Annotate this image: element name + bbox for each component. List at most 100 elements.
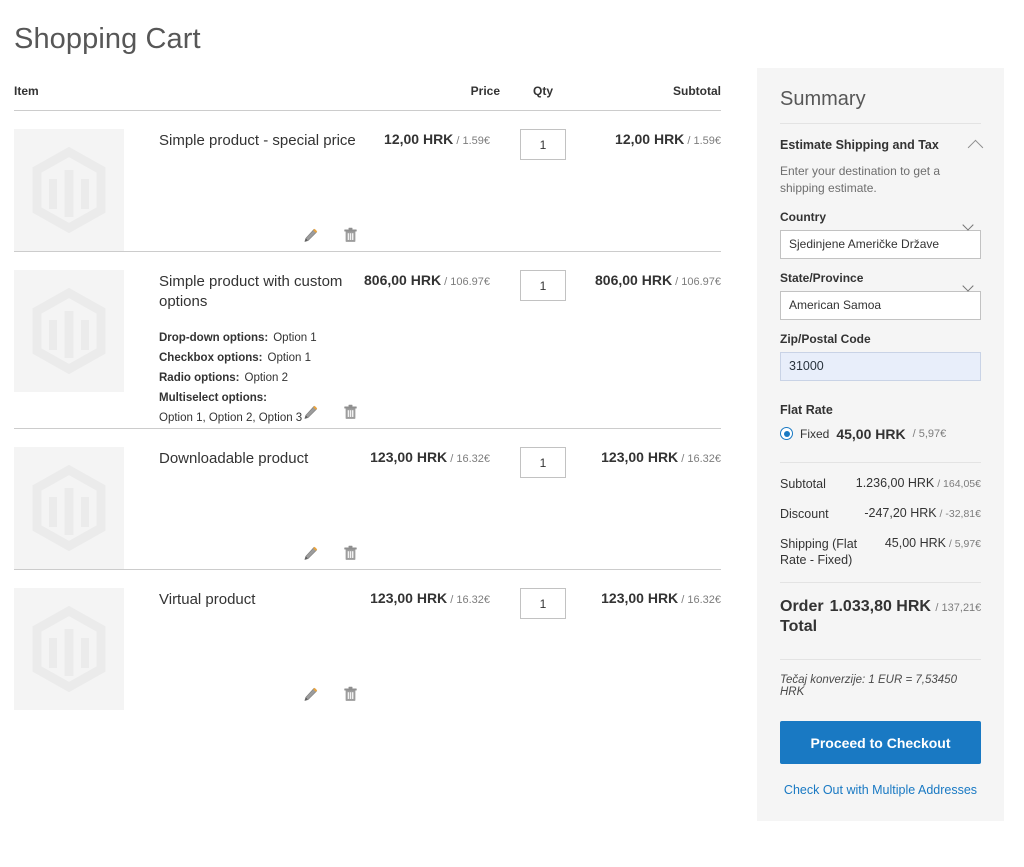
total-label: Subtotal <box>780 476 826 491</box>
proceed-to-checkout-button[interactable]: Proceed to Checkout <box>780 721 981 765</box>
grand-total-row: Order Total 1.033,80 HRK / 137,21€ <box>780 582 981 637</box>
item-price-alt: / 16.32€ <box>447 453 490 466</box>
estimate-shipping-note: Enter your destination to get a shipping… <box>780 164 941 196</box>
cart-item-qty-cell <box>500 570 586 711</box>
trash-icon[interactable] <box>340 402 360 422</box>
total-value-alt: / 164,05€ <box>934 477 981 490</box>
pencil-icon[interactable] <box>300 543 320 563</box>
total-row: Shipping (Flat Rate - Fixed) 45,00 HRK / … <box>780 536 981 570</box>
item-price-alt: / 16.32€ <box>447 594 490 607</box>
cart-item-subtotal-cell: 123,00 HRK / 16.32€ <box>586 428 721 571</box>
product-option-value: Option 1 <box>273 331 317 344</box>
magento-placeholder-icon <box>14 270 124 392</box>
cart-item-cell: Simple product - special price <box>14 110 360 252</box>
cart-item-cell: Simple product with custom options Drop-d… <box>14 251 360 430</box>
item-price-alt: / 106.97€ <box>441 276 490 288</box>
cart-item-subtotal-cell: 123,00 HRK / 16.32€ <box>586 570 721 711</box>
state-label: State/Province <box>780 270 864 285</box>
product-name[interactable]: Simple product - special price <box>159 131 360 151</box>
estimate-shipping-toggle[interactable]: Estimate Shipping and Tax <box>780 138 984 155</box>
cart-item-cell: Virtual product <box>14 570 360 711</box>
cart-item-qty-cell <box>500 428 586 571</box>
state-field-wrap: State/Province American Samoa <box>780 271 981 320</box>
cart-item-price-cell: 806,00 HRK / 106.97€ <box>360 251 500 430</box>
shipping-method-price-alt: / 5,97€ <box>912 427 947 440</box>
quantity-input[interactable] <box>520 588 566 620</box>
total-value-main: 1.236,00 HRK <box>855 475 935 490</box>
total-value-main: -247,20 HRK <box>864 505 937 520</box>
shipping-method-option[interactable]: Fixed 45,00 HRK / 5,97€ <box>780 426 981 462</box>
country-select[interactable]: Sjedinjene Američke Države <box>780 229 981 259</box>
total-value-alt: / -32,81€ <box>936 507 981 520</box>
total-value-alt: / 5,97€ <box>945 537 981 550</box>
column-header-item: Item <box>14 84 360 111</box>
country-field-wrap: Country Sjedinjene Američke Države <box>780 210 981 259</box>
order-summary-panel: Summary Estimate Shipping and Tax Enter … <box>757 68 1004 822</box>
page-title: Shopping Cart <box>14 23 201 56</box>
table-row: Downloadable product 123,00 HRK / 16.32€ 1… <box>14 428 721 571</box>
cart-item-price-cell: 12,00 HRK / 1.59€ <box>360 110 500 252</box>
grand-total-value: 1.033,80 HRK / 137,21€ <box>830 597 982 616</box>
cart-items-section: Item Price Qty Subtotal Simple product -… <box>14 84 721 711</box>
product-option-label: Radio options: <box>159 371 240 384</box>
product-name[interactable]: Virtual product <box>159 590 360 610</box>
total-value: 45,00 HRK / 5,97€ <box>885 536 981 550</box>
grand-total-main: 1.033,80 HRK <box>829 598 931 616</box>
grand-total-alt: / 137,21€ <box>935 602 982 615</box>
product-option-label: Checkbox options: <box>159 351 263 364</box>
cart-item-subtotal-cell: 12,00 HRK / 1.59€ <box>586 110 721 252</box>
quantity-input[interactable] <box>520 129 566 160</box>
item-subtotal-alt: / 106.97€ <box>672 276 721 288</box>
item-subtotal-alt: / 16.32€ <box>678 453 721 466</box>
trash-icon[interactable] <box>340 684 360 704</box>
product-option-label: Multiselect options: <box>159 391 267 404</box>
magento-placeholder-icon <box>14 447 124 570</box>
total-label: Shipping (Flat Rate - Fixed) <box>780 536 858 568</box>
product-option-row: Drop-down options: Option 1 <box>159 328 360 348</box>
cart-item-price-cell: 123,00 HRK / 16.32€ <box>360 570 500 711</box>
pencil-icon[interactable] <box>300 684 320 704</box>
total-label: Discount <box>780 506 829 521</box>
shipping-method-price: 45,00 HRK <box>836 425 906 442</box>
checkout-multiple-addresses-link[interactable]: Check Out with Multiple Addresses <box>780 783 981 797</box>
item-subtotal-main: 806,00 HRK <box>595 272 673 288</box>
pencil-icon[interactable] <box>300 225 320 245</box>
cart-item-qty-cell <box>500 251 586 430</box>
product-name[interactable]: Simple product with custom options <box>159 272 360 313</box>
cart-item-cell: Downloadable product <box>14 428 360 571</box>
grand-total-label: Order Total <box>780 598 824 636</box>
zip-field-wrap: Zip/Postal Code <box>780 332 981 381</box>
item-price-main: 123,00 HRK <box>370 590 448 607</box>
zip-input[interactable] <box>780 351 981 381</box>
trash-icon[interactable] <box>340 543 360 563</box>
country-label: Country <box>780 209 826 224</box>
product-option-label: Drop-down options: <box>159 331 269 344</box>
state-select[interactable]: American Samoa <box>780 290 981 320</box>
cart-table-head: Item Price Qty Subtotal <box>14 84 721 111</box>
conversion-rate-note: Tečaj konverzije: 1 EUR = 7,53450 HRK <box>780 659 981 698</box>
cart-items-table: Item Price Qty Subtotal Simple product -… <box>14 84 721 711</box>
cart-item-price-cell: 123,00 HRK / 16.32€ <box>360 428 500 571</box>
flat-rate-group-title: Flat Rate <box>780 402 833 417</box>
cart-item-qty-cell <box>500 110 586 252</box>
pencil-icon[interactable] <box>300 402 320 422</box>
order-totals-list: Subtotal 1.236,00 HRK / 164,05€ Discount -2… <box>780 461 981 570</box>
item-price-alt: / 1.59€ <box>453 135 490 147</box>
item-subtotal-alt: / 1.59€ <box>684 135 721 147</box>
shipping-method-radio[interactable] <box>780 427 793 441</box>
item-price-main: 12,00 HRK <box>384 131 454 147</box>
zip-label: Zip/Postal Code <box>780 331 871 346</box>
product-option-row: Checkbox options: Option 1 <box>159 348 360 368</box>
cart-header-row: Item Price Qty Subtotal <box>14 84 721 111</box>
cart-item-subtotal-cell: 806,00 HRK / 106.97€ <box>586 251 721 430</box>
total-value-main: 45,00 HRK <box>884 535 946 550</box>
magento-placeholder-icon <box>14 588 124 711</box>
quantity-input[interactable] <box>520 447 566 479</box>
total-row: Discount -247,20 HRK / -32,81€ <box>780 506 981 523</box>
quantity-input[interactable] <box>520 270 566 301</box>
product-name[interactable]: Downloadable product <box>159 449 360 469</box>
column-header-qty: Qty <box>500 84 586 111</box>
item-price-main: 806,00 HRK <box>364 272 442 288</box>
trash-icon[interactable] <box>340 225 360 245</box>
total-value: 1.236,00 HRK / 164,05€ <box>856 476 981 490</box>
